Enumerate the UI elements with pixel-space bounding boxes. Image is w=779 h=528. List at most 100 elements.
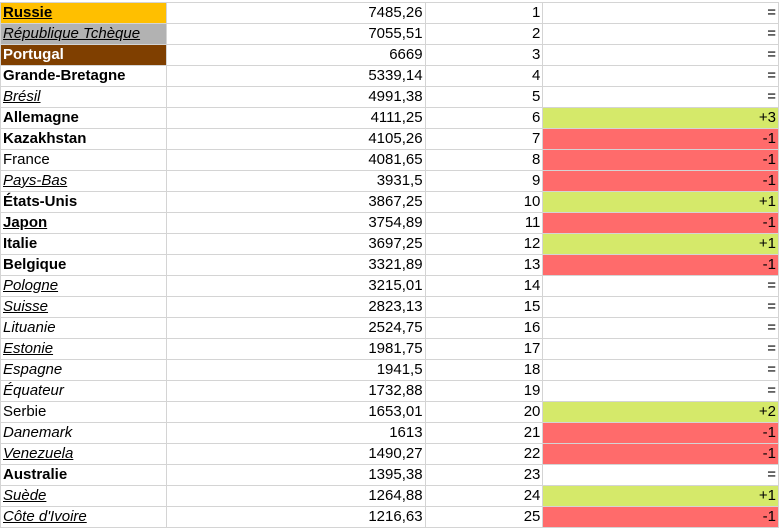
score-cell[interactable]: 1732,88 bbox=[165, 380, 426, 402]
country-cell[interactable]: France bbox=[0, 149, 167, 171]
score-cell[interactable]: 3697,25 bbox=[165, 233, 426, 255]
country-cell[interactable]: Lituanie bbox=[0, 317, 167, 339]
change-cell[interactable]: = bbox=[542, 23, 779, 45]
score-cell[interactable]: 1264,88 bbox=[165, 485, 426, 507]
country-cell[interactable]: Espagne bbox=[0, 359, 167, 381]
country-cell[interactable]: Australie bbox=[0, 464, 167, 486]
country-cell[interactable]: Estonie bbox=[0, 338, 167, 360]
change-cell[interactable]: -1 bbox=[542, 170, 779, 192]
rank-cell[interactable]: 24 bbox=[424, 485, 544, 507]
score-cell[interactable]: 5339,14 bbox=[165, 65, 426, 87]
change-cell[interactable]: +1 bbox=[542, 191, 779, 213]
country-cell[interactable]: Brésil bbox=[0, 86, 167, 108]
score-cell[interactable]: 2524,75 bbox=[165, 317, 426, 339]
score-cell[interactable]: 1490,27 bbox=[165, 443, 426, 465]
country-cell[interactable]: Italie bbox=[0, 233, 167, 255]
country-cell[interactable]: République Tchèque bbox=[0, 23, 167, 45]
score-cell[interactable]: 3321,89 bbox=[165, 254, 426, 276]
change-cell[interactable]: = bbox=[542, 317, 779, 339]
score-cell[interactable]: 3754,89 bbox=[165, 212, 426, 234]
country-cell[interactable]: Pologne bbox=[0, 275, 167, 297]
change-cell[interactable]: -1 bbox=[542, 254, 779, 276]
rank-cell[interactable]: 2 bbox=[424, 23, 544, 45]
rank-cell[interactable]: 7 bbox=[424, 128, 544, 150]
score-cell[interactable]: 7055,51 bbox=[165, 23, 426, 45]
rank-cell[interactable]: 18 bbox=[424, 359, 544, 381]
score-cell[interactable]: 1981,75 bbox=[165, 338, 426, 360]
rank-cell[interactable]: 12 bbox=[424, 233, 544, 255]
change-cell[interactable]: +1 bbox=[542, 485, 779, 507]
change-cell[interactable]: = bbox=[542, 380, 779, 402]
rank-cell[interactable]: 14 bbox=[424, 275, 544, 297]
country-cell[interactable]: Venezuela bbox=[0, 443, 167, 465]
rank-cell[interactable]: 23 bbox=[424, 464, 544, 486]
country-cell[interactable]: Pays-Bas bbox=[0, 170, 167, 192]
rank-cell[interactable]: 22 bbox=[424, 443, 544, 465]
change-cell[interactable]: -1 bbox=[542, 149, 779, 171]
change-cell[interactable]: -1 bbox=[542, 128, 779, 150]
country-cell[interactable]: Kazakhstan bbox=[0, 128, 167, 150]
rank-cell[interactable]: 20 bbox=[424, 401, 544, 423]
score-cell[interactable]: 4991,38 bbox=[165, 86, 426, 108]
country-cell[interactable]: Danemark bbox=[0, 422, 167, 444]
rank-cell[interactable]: 9 bbox=[424, 170, 544, 192]
rank-cell[interactable]: 19 bbox=[424, 380, 544, 402]
country-cell[interactable]: Suède bbox=[0, 485, 167, 507]
change-cell[interactable]: +1 bbox=[542, 233, 779, 255]
rank-cell[interactable]: 3 bbox=[424, 44, 544, 66]
country-cell[interactable]: Russie bbox=[0, 2, 167, 24]
rank-cell[interactable]: 17 bbox=[424, 338, 544, 360]
country-cell[interactable]: Portugal bbox=[0, 44, 167, 66]
score-cell[interactable]: 3931,5 bbox=[165, 170, 426, 192]
rank-cell[interactable]: 15 bbox=[424, 296, 544, 318]
change-cell[interactable]: -1 bbox=[542, 443, 779, 465]
change-cell[interactable]: = bbox=[542, 359, 779, 381]
score-cell[interactable]: 3215,01 bbox=[165, 275, 426, 297]
change-cell[interactable]: +3 bbox=[542, 107, 779, 129]
change-cell[interactable]: = bbox=[542, 464, 779, 486]
change-cell[interactable]: = bbox=[542, 338, 779, 360]
rank-cell[interactable]: 10 bbox=[424, 191, 544, 213]
rank-cell[interactable]: 5 bbox=[424, 86, 544, 108]
change-cell[interactable]: = bbox=[542, 296, 779, 318]
score-cell[interactable]: 1216,63 bbox=[165, 506, 426, 528]
score-cell[interactable]: 3867,25 bbox=[165, 191, 426, 213]
rank-cell[interactable]: 11 bbox=[424, 212, 544, 234]
country-cell[interactable]: Grande-Bretagne bbox=[0, 65, 167, 87]
change-cell[interactable]: +2 bbox=[542, 401, 779, 423]
score-cell[interactable]: 4081,65 bbox=[165, 149, 426, 171]
change-cell[interactable]: -1 bbox=[542, 422, 779, 444]
rank-cell[interactable]: 13 bbox=[424, 254, 544, 276]
country-cell[interactable]: États-Unis bbox=[0, 191, 167, 213]
change-cell[interactable]: = bbox=[542, 275, 779, 297]
score-cell[interactable]: 4105,26 bbox=[165, 128, 426, 150]
rank-cell[interactable]: 6 bbox=[424, 107, 544, 129]
score-cell[interactable]: 4111,25 bbox=[165, 107, 426, 129]
change-cell[interactable]: = bbox=[542, 65, 779, 87]
country-cell[interactable]: Équateur bbox=[0, 380, 167, 402]
change-cell[interactable]: = bbox=[542, 86, 779, 108]
score-cell[interactable]: 1395,38 bbox=[165, 464, 426, 486]
change-cell[interactable]: = bbox=[542, 2, 779, 24]
change-cell[interactable]: -1 bbox=[542, 212, 779, 234]
rank-cell[interactable]: 16 bbox=[424, 317, 544, 339]
rank-cell[interactable]: 1 bbox=[424, 2, 544, 24]
rank-cell[interactable]: 25 bbox=[424, 506, 544, 528]
score-cell[interactable]: 1941,5 bbox=[165, 359, 426, 381]
country-cell[interactable]: Suisse bbox=[0, 296, 167, 318]
change-cell[interactable]: -1 bbox=[542, 506, 779, 528]
rank-cell[interactable]: 8 bbox=[424, 149, 544, 171]
score-cell[interactable]: 6669 bbox=[165, 44, 426, 66]
change-cell[interactable]: = bbox=[542, 44, 779, 66]
score-cell[interactable]: 2823,13 bbox=[165, 296, 426, 318]
score-cell[interactable]: 7485,26 bbox=[165, 2, 426, 24]
country-cell[interactable]: Belgique bbox=[0, 254, 167, 276]
country-cell[interactable]: Côte d'Ivoire bbox=[0, 506, 167, 528]
country-cell[interactable]: Serbie bbox=[0, 401, 167, 423]
score-cell[interactable]: 1653,01 bbox=[165, 401, 426, 423]
country-cell[interactable]: Allemagne bbox=[0, 107, 167, 129]
score-cell[interactable]: 1613 bbox=[165, 422, 426, 444]
rank-cell[interactable]: 4 bbox=[424, 65, 544, 87]
country-cell[interactable]: Japon bbox=[0, 212, 167, 234]
rank-cell[interactable]: 21 bbox=[424, 422, 544, 444]
